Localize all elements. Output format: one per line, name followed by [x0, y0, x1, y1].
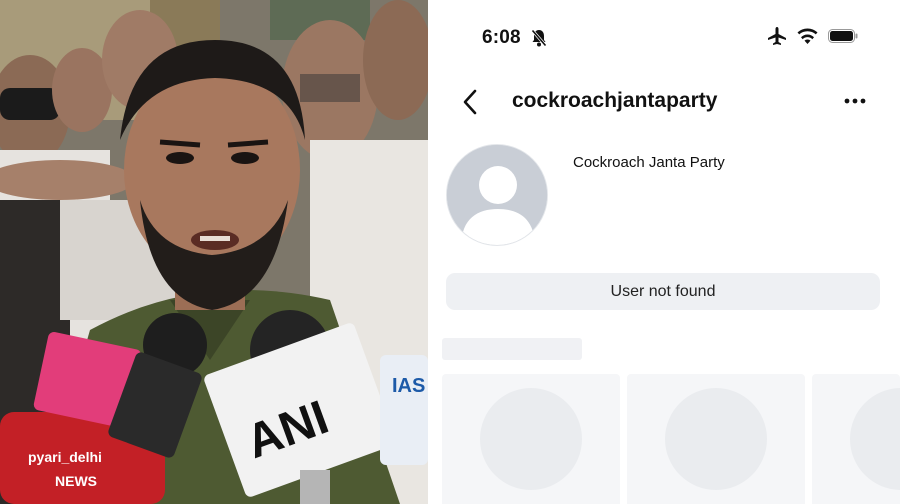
mic-label-pyari-delhi: pyari_delhi [28, 449, 102, 465]
profile-display-name: Cockroach Janta Party [573, 154, 725, 171]
skeleton-circle [665, 388, 767, 490]
skeleton-placeholder [442, 338, 582, 360]
mic-label-news: NEWS [55, 473, 97, 489]
skeleton-card [442, 374, 620, 504]
instagram-profile-screen: 6:08 cockroachjantaparty Cockroach Janta… [428, 0, 900, 504]
more-options-icon[interactable] [844, 96, 866, 106]
bell-off-icon [531, 29, 547, 47]
default-avatar-icon [447, 145, 547, 245]
profile-username: cockroachjantaparty [512, 89, 718, 112]
skeleton-circle [850, 388, 900, 490]
status-icons [767, 27, 858, 45]
battery-icon [828, 29, 858, 43]
user-not-found-message: User not found [446, 273, 880, 310]
wifi-icon [797, 28, 818, 44]
news-photo: pyari_delhi NEWS ANI IAS [0, 0, 428, 504]
press-scene-illustration: pyari_delhi NEWS ANI IAS [0, 0, 428, 504]
back-chevron-icon[interactable] [460, 89, 480, 115]
skeleton-circle [480, 388, 582, 490]
mic-label-ias: IAS [392, 375, 425, 397]
airplane-icon [768, 27, 786, 45]
skeleton-card [812, 374, 900, 504]
status-time: 6:08 [482, 27, 521, 48]
skeleton-card [627, 374, 805, 504]
avatar [446, 144, 548, 246]
